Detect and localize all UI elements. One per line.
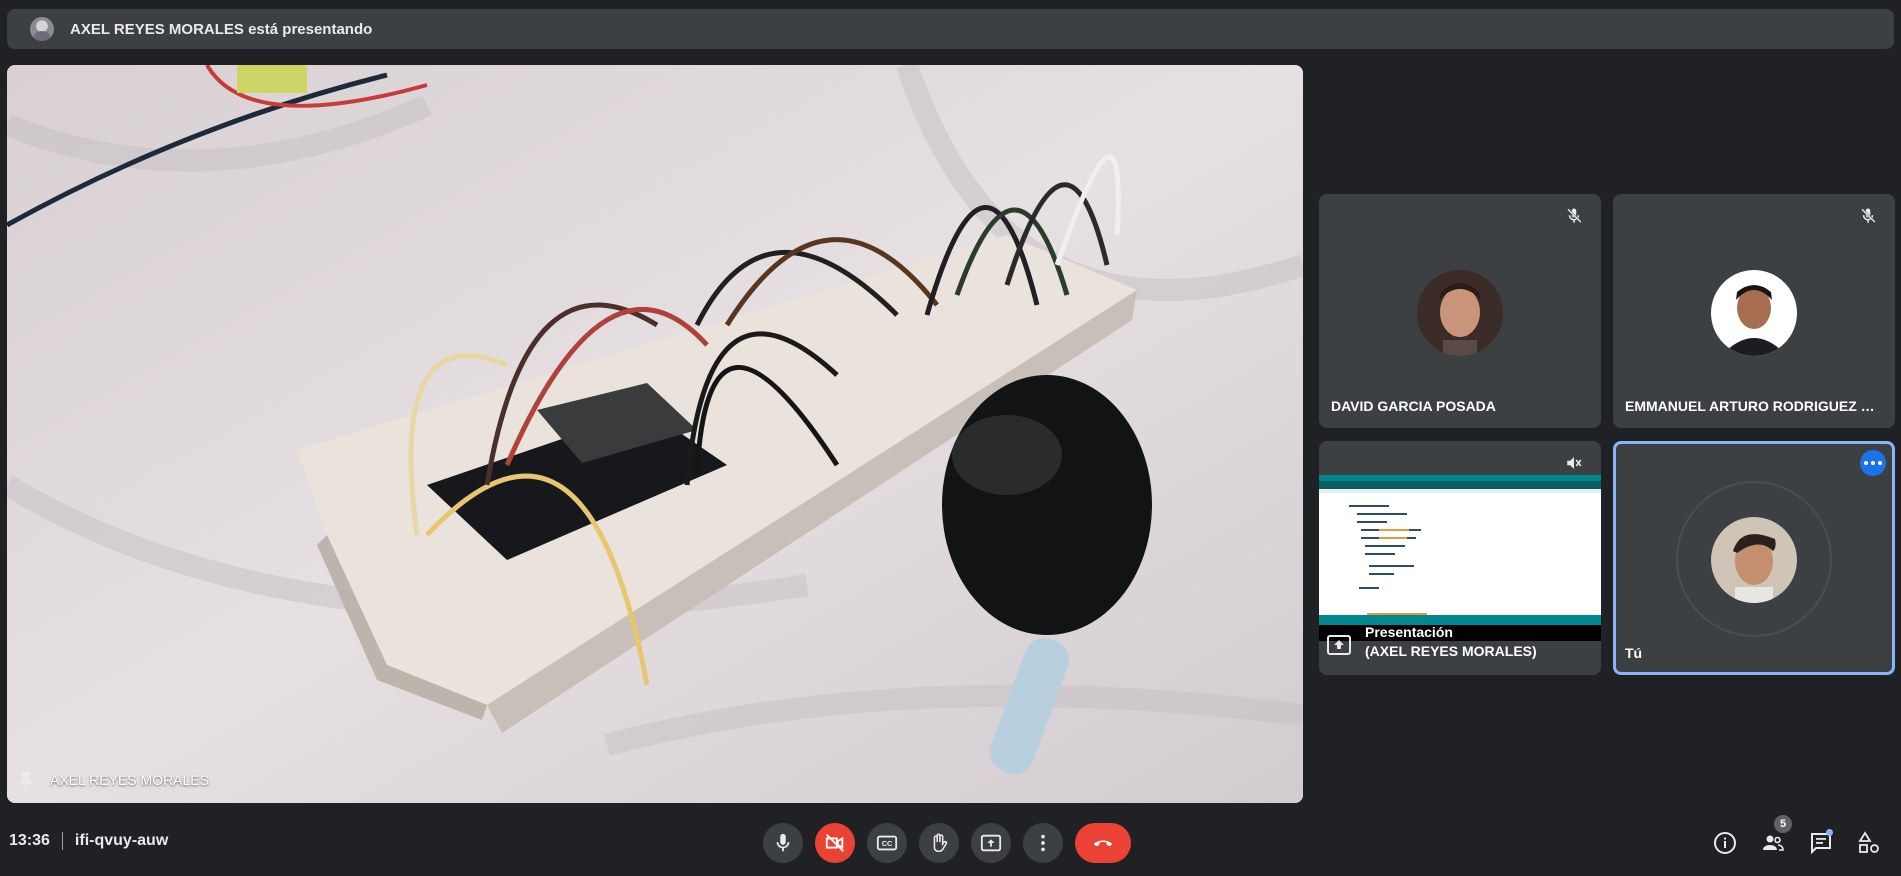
presenter-name: AXEL REYES MORALES	[50, 772, 209, 788]
people-button[interactable]	[1760, 830, 1786, 856]
speaker-off-icon	[1567, 457, 1582, 469]
participant-name: DAVID GARCIA POSADA	[1331, 398, 1496, 414]
mic-off-icon	[1567, 208, 1582, 223]
captions-button[interactable]: CC	[867, 823, 907, 863]
camera-off-icon	[825, 834, 844, 852]
microphone-icon	[776, 833, 790, 852]
activities-button[interactable]	[1856, 830, 1882, 856]
presentation-label: Presentación (AXEL REYES MORALES)	[1365, 623, 1537, 661]
camera-button[interactable]	[815, 823, 855, 863]
chat-notification-dot	[1826, 829, 1833, 836]
raise-hand-button[interactable]	[919, 823, 959, 863]
end-call-icon	[1093, 840, 1113, 847]
pin-icon[interactable]	[18, 771, 34, 789]
end-call-button[interactable]	[1075, 823, 1131, 863]
presenting-banner: AXEL REYES MORALES está presentando	[7, 9, 1894, 49]
participant-tile-emmanuel[interactable]: EMMANUEL ARTURO RODRIGUEZ MA...	[1613, 194, 1895, 428]
participant-name: Tú	[1625, 645, 1643, 661]
main-tile-name-label: AXEL REYES MORALES	[18, 771, 209, 789]
self-tile[interactable]: Tú	[1613, 441, 1895, 675]
presentation-video	[7, 65, 1303, 803]
meeting-code: ifi-qvuy-auw	[74, 832, 169, 849]
participant-tile-david[interactable]: DAVID GARCIA POSADA	[1319, 194, 1601, 428]
avatar	[1711, 270, 1797, 356]
presenter-avatar	[30, 17, 54, 41]
info-icon	[1714, 832, 1736, 854]
presentation-thumbnail	[1319, 475, 1601, 641]
clock: 13:36	[9, 832, 50, 849]
more-options-button[interactable]	[1023, 823, 1063, 863]
presentation-label-line1: Presentación	[1365, 624, 1453, 640]
meeting-details: 13:36 ifi-qvuy-auw	[9, 832, 168, 850]
divider	[61, 832, 63, 850]
raise-hand-icon	[933, 833, 948, 853]
captions-icon: CC	[876, 835, 898, 851]
meeting-info-button[interactable]	[1712, 830, 1738, 856]
presentation-label-line2: (AXEL REYES MORALES)	[1365, 643, 1537, 659]
microphone-button[interactable]	[763, 823, 803, 863]
avatar	[1711, 517, 1797, 603]
mic-off-icon	[1861, 208, 1876, 223]
presenting-banner-text: AXEL REYES MORALES está presentando	[70, 20, 373, 38]
svg-text:CC: CC	[882, 839, 893, 848]
main-presentation-tile[interactable]: AXEL REYES MORALES	[7, 65, 1303, 803]
people-icon	[1763, 835, 1784, 851]
tile-more-options-button[interactable]	[1860, 450, 1886, 476]
avatar	[1417, 270, 1503, 356]
presentation-tile[interactable]: Presentación (AXEL REYES MORALES)	[1319, 441, 1601, 675]
participant-name: EMMANUEL ARTURO RODRIGUEZ MA...	[1625, 398, 1885, 414]
people-count-badge: 5	[1774, 815, 1792, 833]
present-icon	[980, 834, 1002, 852]
activities-icon	[1858, 831, 1879, 853]
present-button[interactable]	[971, 823, 1011, 863]
more-options-icon	[1041, 834, 1045, 852]
present-screen-icon	[1327, 635, 1351, 655]
